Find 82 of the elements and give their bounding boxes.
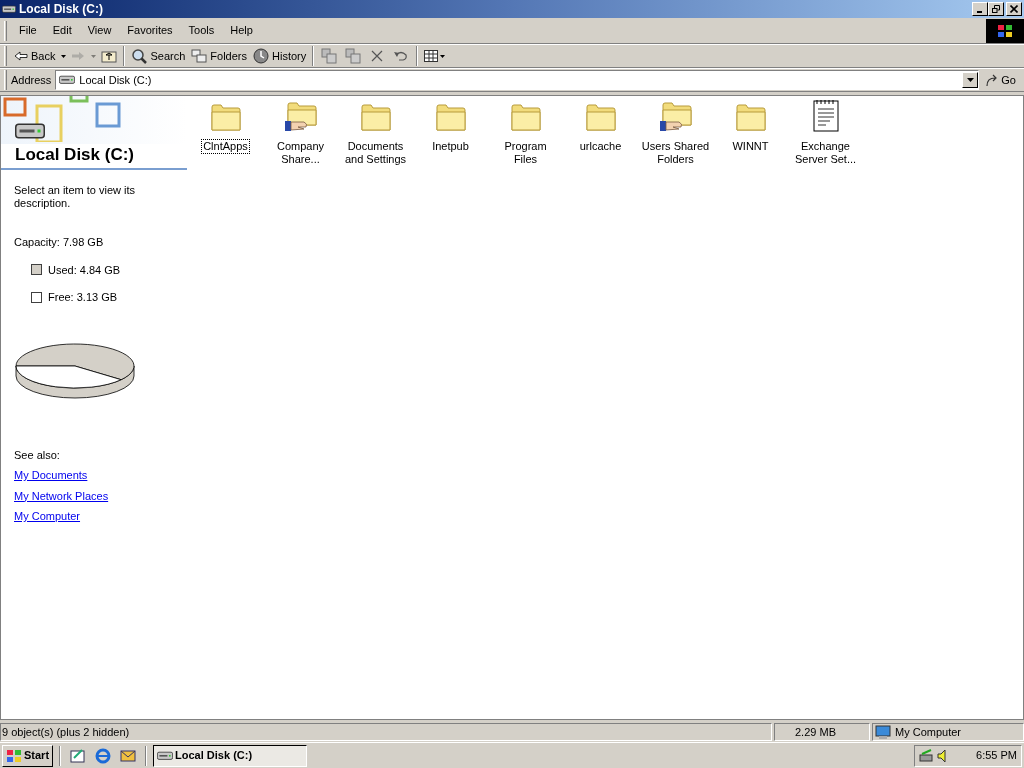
menu-item[interactable]: Tools bbox=[180, 20, 223, 41]
caret-icon bbox=[966, 78, 974, 82]
legend-label: Used: 4.84 GB bbox=[48, 262, 121, 278]
restore-button[interactable] bbox=[988, 2, 1004, 16]
folder-item[interactable]: Users Shared Folders bbox=[638, 99, 713, 167]
magnifier-icon bbox=[131, 48, 148, 64]
item-label: Documents and Settings bbox=[343, 139, 408, 167]
menu-item[interactable]: File bbox=[11, 20, 45, 41]
item-label: ClntApps bbox=[201, 139, 250, 154]
item-label: Program Files bbox=[503, 139, 548, 167]
link[interactable]: My Computer bbox=[14, 508, 81, 525]
item-label: Users Shared Folders bbox=[640, 139, 711, 167]
windows-logo-icon bbox=[986, 18, 1024, 43]
see-also-label: See also: bbox=[14, 447, 61, 463]
folder-item[interactable]: urlcache bbox=[563, 99, 638, 154]
item-label: Exchange Server Set... bbox=[793, 139, 858, 167]
start-button[interactable]: Start bbox=[2, 744, 54, 767]
legend-label: Free: 3.13 GB bbox=[48, 290, 118, 305]
menu-item[interactable]: Favorites bbox=[119, 20, 181, 41]
delete-icon bbox=[371, 50, 384, 62]
link[interactable]: My Network Places bbox=[14, 487, 109, 504]
item-label: WINNT bbox=[731, 139, 770, 154]
computer-icon bbox=[875, 724, 891, 740]
menu-item[interactable]: View bbox=[79, 20, 120, 41]
history-button[interactable]: History bbox=[250, 45, 310, 67]
folder-icon bbox=[734, 103, 767, 133]
size-text: 2.29 MB bbox=[795, 724, 836, 740]
folder-item[interactable]: Company Share... bbox=[263, 99, 338, 167]
back-button[interactable]: Back bbox=[11, 45, 59, 67]
drive-icon bbox=[59, 75, 76, 85]
item-label: Inetpub bbox=[431, 139, 470, 154]
document-icon bbox=[811, 99, 840, 133]
taskbar-button[interactable]: Local Disk (C:) bbox=[153, 744, 308, 767]
windows-logo-icon bbox=[6, 748, 22, 763]
clock-icon bbox=[253, 48, 269, 64]
folders-button[interactable]: Folders bbox=[188, 45, 250, 67]
item-label: Company Share... bbox=[275, 139, 326, 167]
grid-icon bbox=[423, 50, 438, 62]
folder-item[interactable]: Documents and Settings bbox=[338, 99, 413, 167]
folder-icon bbox=[509, 103, 542, 133]
back-arrow-icon bbox=[14, 51, 28, 61]
network-icon bbox=[919, 748, 935, 763]
folder-icon bbox=[359, 103, 392, 133]
drive-icon bbox=[157, 750, 174, 761]
close-button[interactable] bbox=[1006, 2, 1022, 16]
restore-icon bbox=[992, 5, 1000, 13]
close-icon bbox=[1010, 5, 1018, 13]
go-button[interactable]: Go bbox=[979, 70, 1022, 90]
capacity-text: Capacity: 7.98 GB bbox=[14, 235, 105, 250]
address-label: Address bbox=[11, 72, 52, 88]
folder-item[interactable]: Program Files bbox=[488, 99, 563, 167]
menu-item[interactable]: Edit bbox=[44, 20, 80, 41]
menu-item[interactable]: Help bbox=[222, 20, 261, 41]
shared-folder-icon bbox=[658, 101, 693, 133]
folder-item[interactable]: WINNT bbox=[713, 99, 788, 154]
description-text: Select an item to view its description. bbox=[14, 184, 137, 210]
clock-text: 6:55 PM bbox=[976, 748, 1017, 764]
folder-icon bbox=[584, 103, 617, 133]
address-text: Local Disk (C:) bbox=[79, 72, 153, 88]
window-title: Local Disk (C:) bbox=[19, 1, 104, 18]
dropdown-button[interactable] bbox=[962, 72, 979, 88]
folder-icon bbox=[209, 103, 242, 133]
documents-icon bbox=[321, 48, 338, 64]
folder-item[interactable]: ClntApps bbox=[188, 99, 263, 154]
status-text: 9 object(s) (plus 2 hidden) bbox=[2, 724, 130, 740]
drive-icon bbox=[15, 122, 45, 140]
documents-icon bbox=[345, 48, 362, 64]
folders-icon bbox=[191, 49, 208, 63]
undo-icon bbox=[393, 50, 410, 62]
folder-icon bbox=[434, 103, 467, 133]
pane-title: Local Disk (C:) bbox=[1, 144, 187, 170]
drive-icon bbox=[2, 4, 16, 14]
link[interactable]: My Documents bbox=[14, 467, 88, 484]
folder-item[interactable]: Exchange Server Set... bbox=[788, 99, 863, 167]
item-label: urlcache bbox=[578, 139, 623, 154]
zone-text: My Computer bbox=[895, 724, 962, 740]
address-field[interactable]: Local Disk (C:) bbox=[55, 70, 980, 90]
minimize-button[interactable] bbox=[972, 2, 988, 16]
folder-item[interactable]: Inetpub bbox=[413, 99, 488, 154]
search-button[interactable]: Search bbox=[128, 45, 189, 67]
shared-folder-icon bbox=[283, 101, 318, 133]
caret-icon bbox=[439, 54, 445, 58]
